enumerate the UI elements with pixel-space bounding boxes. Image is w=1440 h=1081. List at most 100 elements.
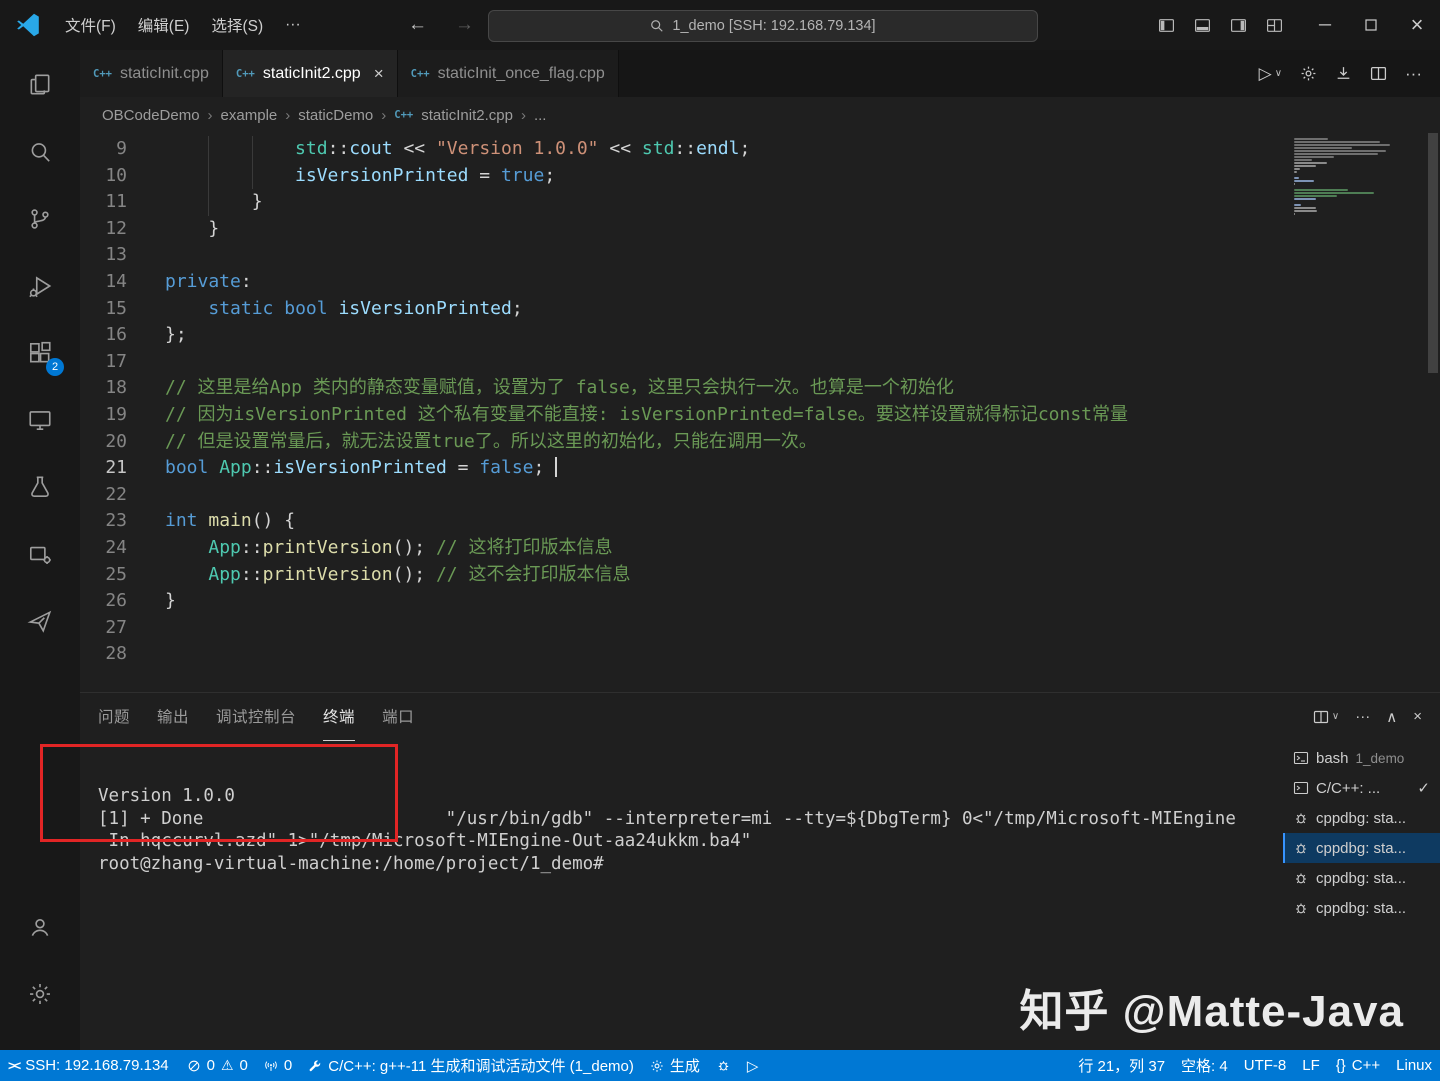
line-number[interactable]: 24 [80,535,127,562]
line-number[interactable]: 17 [80,349,127,376]
breadcrumb-item[interactable]: example [221,107,278,124]
minimap[interactable] [1294,138,1422,221]
settings-gear-icon[interactable] [1300,65,1317,82]
terminal-session-item[interactable]: bash1_demo [1283,743,1440,773]
terminal-session-item[interactable]: cppdbg: sta... [1283,863,1440,893]
more-actions-icon[interactable]: ··· [1405,64,1422,84]
menu-more-icon[interactable]: ··· [274,16,312,34]
panel-tab-debug-console[interactable]: 调试控制台 [216,693,296,741]
line-number[interactable]: 12 [80,216,127,243]
problems-indicator[interactable]: 0 ⚠ 0 [179,1050,256,1081]
tab-staticinit2-cpp[interactable]: C++ staticInit2.cpp × [223,50,398,97]
line-number[interactable]: 25 [80,562,127,589]
back-icon[interactable]: ← [408,14,427,36]
terminal-session-item[interactable]: cppdbg: sta... [1283,893,1440,923]
language-mode[interactable]: {} C++ [1328,1050,1388,1081]
minimap-line [1294,183,1295,185]
search-icon[interactable] [16,129,64,175]
settings-gear-icon[interactable] [16,971,64,1017]
misc-extension-icon[interactable] [16,598,64,644]
toggle-secondary-sidebar-icon[interactable] [1230,17,1247,34]
line-number[interactable]: 10 [80,163,127,190]
debug-icon [1293,840,1309,856]
run-button[interactable]: ▷ [739,1050,767,1081]
status-bar: >< SSH: 192.168.79.134 0 ⚠ 0 0 C/C++: g+… [0,1050,1440,1081]
run-file-button[interactable]: ▷∨ [1259,64,1282,84]
split-terminal-icon[interactable]: ∨ [1313,709,1339,725]
editor-scrollbar[interactable] [1428,133,1438,373]
panel-tab-output[interactable]: 输出 [157,693,189,741]
line-number[interactable]: 15 [80,296,127,323]
tab-staticinit-cpp[interactable]: C++ staticInit.cpp [80,50,223,97]
tab-staticinit-once-flag-cpp[interactable]: C++ staticInit_once_flag.cpp [398,50,619,97]
maximize-button[interactable] [1348,0,1394,50]
remote-explorer-icon[interactable] [16,397,64,443]
account-icon[interactable] [16,904,64,950]
close-tab-icon[interactable]: × [374,64,384,84]
encoding[interactable]: UTF-8 [1236,1050,1295,1081]
line-number[interactable]: 27 [80,615,127,642]
eol[interactable]: LF [1294,1050,1328,1081]
run-debug-icon[interactable] [16,263,64,309]
breadcrumb-item[interactable]: OBCodeDemo [102,107,200,124]
breadcrumb-item[interactable]: staticDemo [298,107,373,124]
terminal-session-item[interactable]: cppdbg: sta... [1283,833,1440,863]
close-button[interactable]: × [1394,0,1440,50]
download-icon[interactable] [1335,65,1352,82]
panel-tab-problems[interactable]: 问题 [98,693,130,741]
customize-layout-icon[interactable] [1266,17,1283,34]
line-number[interactable]: 22 [80,482,127,509]
containers-icon[interactable] [16,531,64,577]
line-number[interactable]: 20 [80,429,127,456]
code-editor[interactable]: 9 std::cout << "Version 1.0.0" << std::e… [80,133,1440,692]
line-number[interactable]: 18 [80,375,127,402]
more-actions-icon[interactable]: ··· [1355,708,1370,725]
command-center[interactable]: 1_demo [SSH: 192.168.79.134] [488,10,1038,42]
remote-icon: >< [8,1058,19,1073]
code-line: 18// 这里是给App 类内的静态变量赋值，设置为了 false，这里只会执行… [80,375,1440,402]
line-number[interactable]: 9 [80,136,127,163]
debug-button[interactable] [708,1050,739,1081]
breadcrumb-tail[interactable]: ... [534,107,547,124]
code-line: 19// 因为isVersionPrinted 这个私有变量不能直接: isVe… [80,402,1440,429]
line-number[interactable]: 19 [80,402,127,429]
menu-edit[interactable]: 编辑(E) [127,14,201,36]
terminal-session-detail: 1_demo [1356,751,1405,766]
close-panel-icon[interactable]: × [1413,708,1422,725]
forward-icon[interactable]: → [455,14,474,36]
extensions-icon[interactable]: 2 [16,330,64,376]
menu-selection[interactable]: 选择(S) [200,14,274,36]
line-number[interactable]: 14 [80,269,127,296]
toggle-sidebar-icon[interactable] [1158,17,1175,34]
panel-tab-terminal[interactable]: 终端 [323,693,355,741]
testing-icon[interactable] [16,464,64,510]
line-number[interactable]: 26 [80,588,127,615]
indentation[interactable]: 空格: 4 [1173,1050,1236,1081]
line-number[interactable]: 21 [80,455,127,482]
source-control-icon[interactable] [16,196,64,242]
line-number[interactable]: 11 [80,189,127,216]
menu-file[interactable]: 文件(F) [54,14,127,36]
split-editor-icon[interactable] [1370,65,1387,82]
line-number[interactable]: 13 [80,242,127,269]
build-button[interactable]: 生成 [642,1050,708,1081]
minimize-button[interactable]: ─ [1302,0,1348,50]
line-number[interactable]: 16 [80,322,127,349]
line-number[interactable]: 23 [80,508,127,535]
explorer-icon[interactable] [16,62,64,108]
terminal-session-item[interactable]: cppdbg: sta... [1283,803,1440,833]
gear-icon [650,1059,664,1073]
cursor-position[interactable]: 行 21，列 37 [1070,1050,1173,1081]
ports-indicator[interactable]: 0 [256,1050,300,1081]
build-task-button[interactable]: C/C++: g++-11 生成和调试活动文件 (1_demo) [300,1050,642,1081]
maximize-panel-icon[interactable]: ∧ [1386,708,1397,726]
terminal-session-item[interactable]: C/C++: ...✓ [1283,773,1440,803]
panel-tab-ports[interactable]: 端口 [382,693,414,741]
os-indicator[interactable]: Linux [1388,1050,1440,1081]
breadcrumb-file[interactable]: staticInit2.cpp [421,107,513,124]
remote-indicator[interactable]: >< SSH: 192.168.79.134 [0,1050,179,1081]
indent-guide [252,163,253,190]
line-number[interactable]: 28 [80,641,127,668]
toggle-panel-icon[interactable] [1194,17,1211,34]
minimap-line [1294,192,1374,194]
